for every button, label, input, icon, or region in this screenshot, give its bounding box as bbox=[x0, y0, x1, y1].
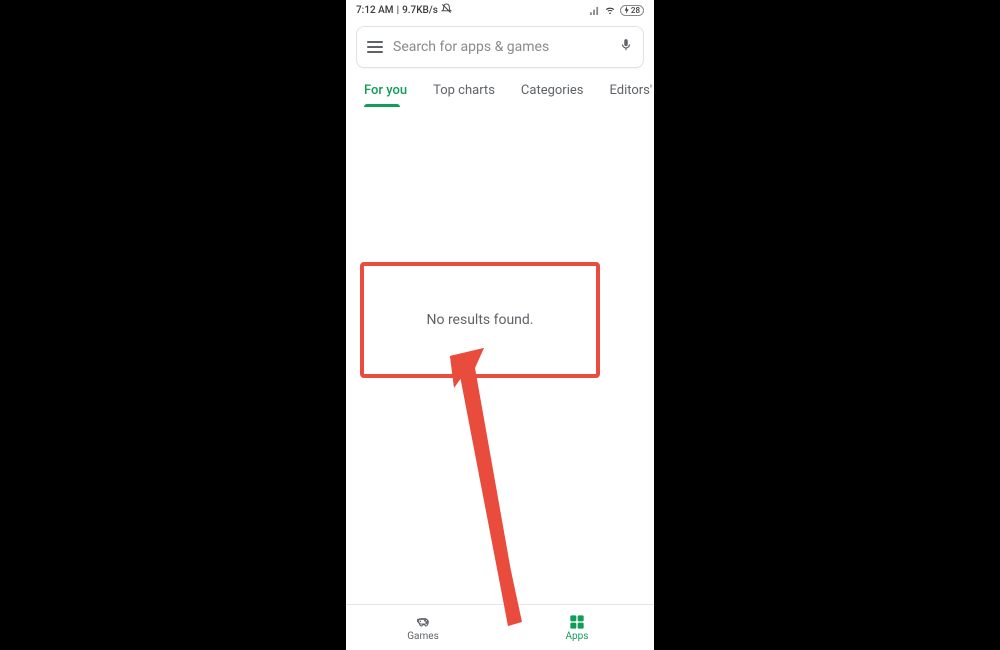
battery-indicator: 28 bbox=[620, 5, 644, 16]
search-input[interactable] bbox=[393, 39, 609, 55]
content-area: No results found. bbox=[346, 108, 654, 604]
category-tabs: For you Top charts Categories Editors' bbox=[346, 74, 654, 108]
tab-categories[interactable]: Categories bbox=[521, 74, 584, 107]
bottom-nav: Games Apps bbox=[346, 604, 654, 650]
tab-top-charts[interactable]: Top charts bbox=[433, 74, 495, 107]
tab-for-you[interactable]: For you bbox=[364, 74, 407, 107]
wifi-icon bbox=[604, 5, 616, 15]
search-container bbox=[346, 20, 654, 74]
nav-apps-label: Apps bbox=[566, 631, 589, 642]
nav-games[interactable]: Games bbox=[346, 605, 500, 650]
annotation-highlight-box: No results found. bbox=[360, 262, 600, 378]
signal-icon bbox=[589, 6, 600, 15]
nav-apps[interactable]: Apps bbox=[500, 605, 654, 650]
status-right: 28 bbox=[589, 5, 644, 16]
apps-grid-icon bbox=[569, 614, 585, 630]
nav-games-label: Games bbox=[407, 631, 438, 642]
hamburger-icon[interactable] bbox=[367, 41, 383, 53]
status-net-speed: 9.7KB/s bbox=[402, 5, 438, 16]
dnd-icon bbox=[441, 3, 452, 17]
search-bar[interactable] bbox=[356, 26, 644, 68]
status-time: 7:12 AM bbox=[356, 5, 394, 16]
phone-screen: 7:12 AM | 9.7KB/s 28 bbox=[346, 0, 654, 650]
tab-editors[interactable]: Editors' bbox=[609, 74, 652, 107]
gamepad-icon bbox=[413, 614, 433, 630]
status-left: 7:12 AM | 9.7KB/s bbox=[356, 3, 452, 17]
status-bar: 7:12 AM | 9.7KB/s 28 bbox=[346, 0, 654, 20]
no-results-text: No results found. bbox=[427, 312, 534, 328]
mic-icon[interactable] bbox=[619, 36, 633, 58]
